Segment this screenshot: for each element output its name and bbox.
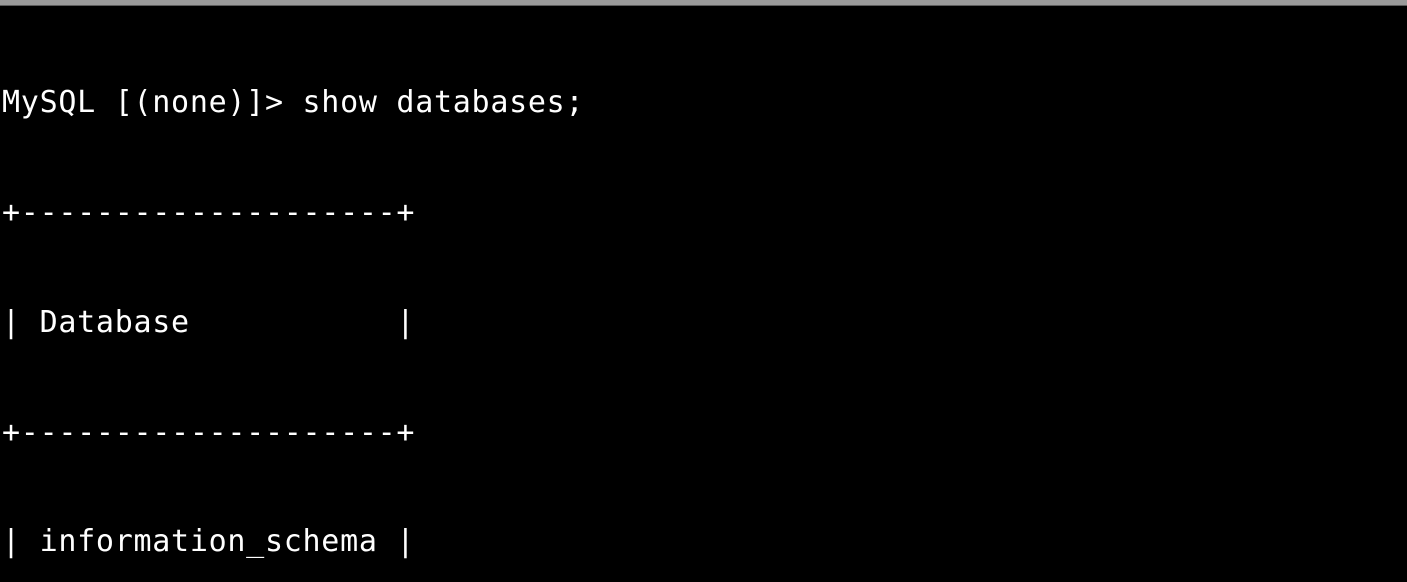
- terminal-line-table-header-border: +--------------------+: [2, 414, 416, 450]
- terminal-line-table-header: | Database |: [2, 304, 416, 340]
- terminal-screen[interactable]: MySQL [(none)]> show databases; +-------…: [2, 12, 584, 582]
- terminal-window[interactable]: MySQL [(none)]> show databases; +-------…: [0, 6, 1407, 582]
- terminal-line-table-row-information-schema: | information_schema |: [2, 524, 416, 560]
- terminal-line-command-show-databases: MySQL [(none)]> show databases;: [2, 85, 585, 121]
- terminal-line-table-top-border: +--------------------+: [2, 194, 416, 230]
